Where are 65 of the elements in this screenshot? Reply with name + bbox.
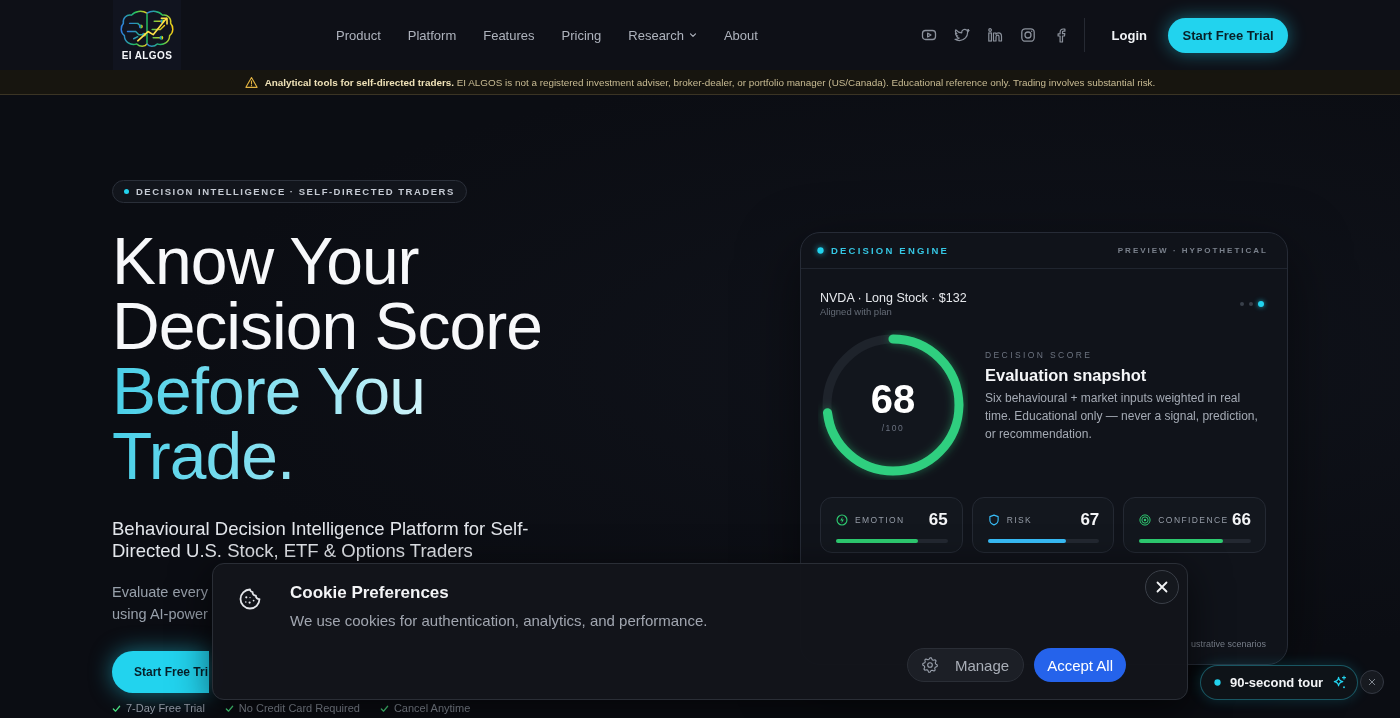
cookie-title: Cookie Preferences [290, 583, 450, 603]
carousel-dot[interactable] [1240, 302, 1244, 306]
nav-link[interactable]: Features [483, 27, 535, 43]
metric-label: EMOTION [855, 515, 905, 525]
nav-link[interactable]: About [723, 27, 758, 43]
score-heading: Evaluation snapshot [985, 364, 1148, 385]
tag-text: DECISION INTELLIGENCE · SELF-DIRECTED TRADERS [136, 186, 455, 197]
card-footnote: ustrative scenarios [1190, 639, 1266, 651]
check-icon [224, 703, 234, 713]
in-mark-icon[interactable] [986, 27, 1003, 43]
metric-value: 67 [1080, 510, 1100, 530]
perk-text: No Credit Card Required [238, 701, 360, 715]
bird-icon[interactable] [953, 27, 970, 43]
metric-label: CONFIDENCE [1158, 515, 1229, 525]
nav-link[interactable]: Pricing [561, 27, 602, 43]
dot-icon [1214, 679, 1221, 686]
target-icon [1139, 514, 1152, 526]
hero-intro: Evaluate every using AI-power [112, 583, 208, 624]
check-icon [112, 703, 121, 713]
trade-title: NVDA · Long Stock · $132 [820, 290, 967, 306]
card-title: DECISION ENGINE [831, 245, 949, 256]
score-label: DECISION SCORE [985, 349, 1094, 360]
check-icon [379, 703, 389, 713]
carousel-dot[interactable] [1249, 302, 1253, 306]
cookie-icon [238, 587, 262, 611]
accept-button[interactable]: Accept All [1034, 648, 1126, 682]
close-icon [1156, 581, 1168, 593]
preview-label: PREVIEW · HYPOTHETICAL [1117, 246, 1268, 255]
warning-icon [244, 75, 258, 89]
trade-status: Aligned with plan [820, 306, 893, 318]
perk-text: 7-Day Free Trial [126, 701, 205, 715]
chevron-down-icon [688, 31, 697, 39]
score-value: 68 [870, 377, 916, 420]
shield-icon [987, 514, 1000, 526]
logo[interactable]: EI ALGOS [113, 0, 181, 70]
tour-button[interactable]: 90-second tour [1200, 665, 1359, 700]
hero-heading: Know Your Decision Score [112, 229, 543, 359]
carousel-dot[interactable] [1258, 301, 1264, 307]
close-icon [1368, 678, 1376, 686]
sparkle-icon [1332, 675, 1348, 690]
login-link[interactable]: Login [1111, 27, 1147, 43]
nav-link[interactable]: Research [628, 27, 697, 43]
video-play-icon[interactable] [920, 27, 937, 43]
settings-icon [921, 657, 938, 673]
metric-value: 66 [1232, 510, 1251, 530]
metric-value: 65 [928, 510, 948, 530]
start-trial-button[interactable]: Start Free Tri [112, 651, 209, 693]
hero-subtitle: Behavioural Decision Intelligence Platform for Self-Directed U.S. Stock, ETF & Options Traders [112, 518, 530, 562]
manage-button[interactable]: Manage [906, 648, 1025, 682]
close-button[interactable] [1145, 570, 1179, 604]
logo-text: EI ALGOS [121, 50, 173, 61]
score-description: Six behavioural + market inputs weighted in real time. Educational only — never a signal, prediction, or recommendation. [985, 389, 1259, 443]
disclaimer-text: Analytical tools for self-directed traders. EI ALGOS is not a registered investment adviser, broker-dealer, or portfolio manager (US/Canada). Educational reference only. Trading involves substantial risk. [264, 76, 1156, 88]
brain-circuit-icon [119, 9, 175, 48]
camera-icon[interactable] [1019, 27, 1036, 43]
cookie-message: We use cookies for authentication, analytics, and performance. [290, 611, 708, 631]
score-max: /100 [881, 422, 905, 433]
nav-link[interactable]: Product [336, 27, 381, 43]
dot-icon [124, 189, 129, 194]
metric-label: RISK [1006, 515, 1033, 525]
perk-text: Cancel Anytime [393, 701, 471, 715]
nav-link[interactable]: Platform [407, 27, 457, 43]
dot-icon [817, 247, 824, 254]
start-trial-button[interactable]: Start Free Trial [1168, 17, 1288, 53]
bolt-circle-icon [836, 514, 848, 526]
